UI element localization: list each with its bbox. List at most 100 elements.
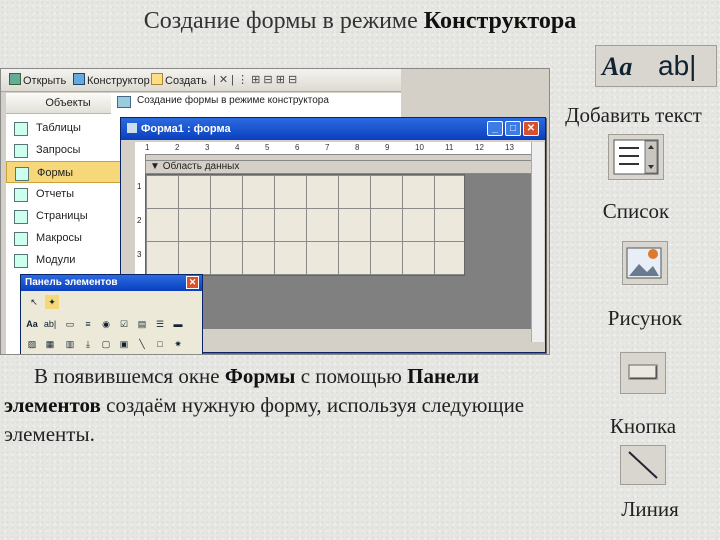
listbox-tool-icon[interactable]: ☰ — [153, 317, 167, 331]
slide-title: Создание формы в режиме Конструктора — [0, 8, 720, 35]
object-type-icon — [15, 167, 29, 181]
maximize-button[interactable]: □ — [505, 121, 521, 136]
form-icon — [117, 96, 131, 108]
form-grid[interactable] — [145, 174, 465, 276]
checkbox-tool-icon[interactable]: ☑ — [117, 317, 131, 331]
toolbar-extra-icons: | ✕ | ⋮ ⊞ ⊟ ⊞ ⊟ — [213, 74, 298, 86]
listbox-icon — [613, 139, 659, 175]
ruler-tick-label: 2 — [175, 143, 180, 152]
ruler-tick-label: 4 — [235, 143, 240, 152]
command-button-icon — [628, 364, 658, 380]
option-tool-icon[interactable]: ◉ — [99, 317, 113, 331]
slide-title-plain: Создание формы в режиме — [143, 8, 424, 34]
ruler-tick-label: 3 — [205, 143, 210, 152]
group-tool-icon[interactable]: ▭ — [63, 317, 77, 331]
object-list-item[interactable]: Создание формы в режиме конструктора — [137, 95, 329, 106]
object-type-icon — [14, 210, 28, 224]
wizard-tool-icon[interactable]: ✦ — [45, 295, 59, 309]
line-icon — [628, 451, 658, 479]
ruler-tick-label: 13 — [505, 143, 514, 152]
minimize-button[interactable]: _ — [487, 121, 503, 136]
line-tool-icon[interactable]: ╲ — [135, 337, 149, 351]
access-screenshot: Открыть Конструктор Создать | ✕ | ⋮ ⊞ ⊟ … — [0, 68, 550, 355]
objects-item[interactable]: Макросы — [6, 227, 130, 249]
form-window-title: Форма1 : форма — [141, 123, 231, 135]
toolbox-close-button[interactable]: ✕ — [186, 276, 199, 289]
image-tool-icon[interactable]: ▨ — [25, 337, 39, 351]
combobox-tool-icon[interactable]: ▤ — [135, 317, 149, 331]
object-type-icon — [14, 188, 28, 202]
textbox-glyph: ab| — [658, 50, 697, 81]
close-button[interactable]: ✕ — [523, 121, 539, 136]
horizontal-ruler: 1 2 3 4 5 6 7 8 9 10 11 12 13 — [135, 142, 539, 155]
create-icon — [151, 73, 163, 85]
objects-item[interactable]: Модули — [6, 249, 130, 271]
description-paragraph: В появившемся окне Формы с помощью Панел… — [4, 364, 525, 446]
line-caption: Линия — [621, 497, 679, 521]
design-icon — [73, 73, 85, 85]
image-icon — [626, 247, 662, 279]
picture-icon — [622, 241, 668, 285]
detail-section-bar[interactable]: ▼ Область данных — [145, 160, 539, 174]
page-break-tool-icon[interactable]: ⤓ — [81, 337, 95, 351]
form-window-icon — [127, 123, 137, 133]
create-button[interactable]: Создать — [151, 73, 207, 87]
objects-item-label: Формы — [37, 167, 74, 179]
picture-caption: Рисунок — [607, 306, 683, 330]
objects-item-label: Запросы — [36, 144, 81, 156]
rectangle-tool-icon[interactable]: □ — [153, 337, 167, 351]
ruler-tick-label: 7 — [325, 143, 330, 152]
object-type-icon — [14, 122, 28, 136]
button-tool-icon[interactable]: ▬ — [171, 317, 185, 331]
objects-item[interactable]: Запросы — [6, 139, 130, 161]
objects-item-label: Отчеты — [36, 188, 75, 200]
ruler-tick-label: 6 — [295, 143, 300, 152]
objects-item-label: Модули — [36, 254, 76, 266]
text-elements-icon: Aa ab| — [595, 45, 717, 87]
objects-item-label: Страницы — [36, 210, 88, 222]
slide-title-bold: Конструктора — [423, 8, 577, 34]
unbound-frame-tool-icon[interactable]: ▦ — [43, 337, 57, 351]
ruler-tick-label: 1 — [145, 143, 150, 152]
select-tool-icon[interactable]: ↖ — [27, 295, 41, 309]
ruler-tick-label: 9 — [385, 143, 390, 152]
line-element-icon — [620, 445, 666, 485]
list-icon — [608, 134, 664, 180]
toggle-tool-icon[interactable]: ≡ — [81, 317, 95, 331]
text-caption: Добавить текст — [565, 103, 702, 127]
ruler-tick-label: 10 — [415, 143, 424, 152]
database-toolbar: Открыть Конструктор Создать | ✕ | ⋮ ⊞ ⊟ … — [1, 69, 401, 92]
section-arrow-icon: ▼ — [150, 161, 160, 172]
objects-item-label: Таблицы — [36, 122, 81, 134]
object-type-icon — [14, 254, 28, 268]
object-type-icon — [14, 232, 28, 246]
toolbox-title: Панель элементов — [25, 277, 118, 288]
objects-item[interactable]: Страницы — [6, 205, 130, 227]
object-type-icon — [14, 144, 28, 158]
section-label: Область данных — [162, 161, 240, 172]
objects-item-label: Макросы — [36, 232, 82, 244]
objects-item[interactable]: Отчеты — [6, 183, 130, 205]
toolbox-label-tool[interactable]: Aa — [25, 317, 39, 331]
list-caption: Список — [602, 199, 670, 223]
ruler-tick-label: 5 — [265, 143, 270, 152]
toolbox-textbox-tool[interactable]: ab| — [43, 317, 57, 331]
ruler-tick-label: 11 — [445, 143, 454, 152]
objects-item[interactable]: Формы — [6, 161, 130, 183]
toolbox-titlebar: Панель элементов ✕ — [21, 275, 202, 291]
bound-frame-tool-icon[interactable]: ▥ — [63, 337, 77, 351]
open-icon — [9, 73, 21, 85]
label-glyph: Aa — [602, 52, 633, 81]
tab-tool-icon[interactable]: ▢ — [99, 337, 113, 351]
form-window-titlebar: Форма1 : форма _ □ ✕ — [121, 118, 545, 140]
ruler-tick-label: 8 — [355, 143, 360, 152]
button-icon — [620, 352, 666, 394]
open-button[interactable]: Открыть — [9, 73, 66, 87]
button-caption: Кнопка — [609, 414, 677, 438]
vertical-scrollbar[interactable] — [531, 142, 544, 342]
subform-tool-icon[interactable]: ▣ — [117, 337, 131, 351]
ruler-tick-label: 12 — [475, 143, 484, 152]
toolbox-window: Панель элементов ✕ ↖ ✦ Aa ab| ▭ ≡ ◉ ☑ ▤ … — [20, 274, 203, 354]
design-button[interactable]: Конструктор — [73, 73, 150, 87]
more-tools-icon[interactable]: ✷ — [171, 337, 185, 351]
